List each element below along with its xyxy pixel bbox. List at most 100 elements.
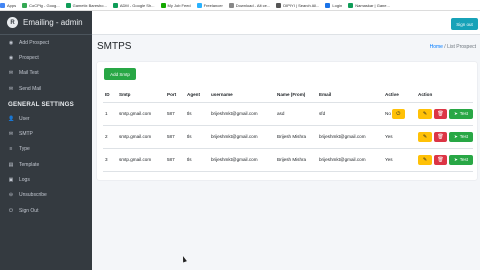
bookmark-item[interactable]: Namaskar | Gane... — [348, 2, 390, 8]
bookmark-item[interactable]: Freelancer — [196, 2, 223, 8]
test-button-label: Test — [459, 157, 469, 162]
edit-button[interactable]: ✎ — [418, 154, 432, 165]
sidebar-item-label: Mail Test — [19, 70, 39, 77]
cell-name: asd — [275, 102, 317, 126]
cell-username: brijeshmkt@gmail.com — [209, 102, 275, 126]
cell-username: brijeshmkt@gmail.com — [209, 125, 275, 149]
active-status: Yes — [385, 134, 416, 139]
cell-email: brijeshmkt@gmail.com — [317, 148, 383, 172]
header-username: username — [209, 88, 275, 103]
bookmark-item[interactable]: CoCPlg - Goog... — [22, 2, 60, 8]
sidebar-item-send-mail[interactable]: ✉ Send Mail — [0, 81, 92, 96]
bookmark-item[interactable]: Download - Alt ce... — [228, 2, 270, 8]
mail-test-icon: ✉ — [8, 70, 14, 77]
bookmark-item[interactable]: DIPIYI | Search All... — [276, 2, 320, 8]
cell-email: brijeshmkt@gmail.com — [317, 125, 383, 149]
sidebar-item-label: Type — [19, 146, 30, 153]
delete-button[interactable]: 🗑 — [434, 131, 447, 142]
cell-agent: tls — [185, 102, 209, 126]
test-button[interactable]: ➤ Test — [449, 108, 473, 119]
sidebar: R Emailing - admin ◉ Add Prospect ◉ Prospec… — [0, 11, 92, 270]
sidebar-section-header: GENERAL SETTINGS — [8, 101, 74, 109]
cell-id: 1 — [103, 102, 117, 126]
test-button[interactable]: ➤ Test — [449, 131, 473, 142]
active-value: Yes — [385, 157, 393, 162]
send-icon: ➤ — [453, 133, 458, 139]
header-email: Email — [317, 88, 383, 103]
template-icon: ▤ — [8, 161, 14, 168]
bookmark-favicon-icon — [65, 2, 71, 8]
sidebar-item-user[interactable]: 👤 User — [0, 111, 92, 126]
bookmark-favicon-icon — [276, 2, 282, 8]
bookmark-label: DIPIYI | Search All... — [283, 2, 320, 8]
bookmark-label: Gametix Baresho... — [72, 2, 107, 8]
cell-active: No ⏻ — [383, 102, 416, 126]
sidebar-item-add-prospect[interactable]: ◉ Add Prospect — [0, 35, 92, 50]
cell-smtp: smtp.gmail.com — [117, 148, 165, 172]
send-mail-icon: ✉ — [8, 85, 14, 92]
header-id: ID — [103, 88, 117, 103]
sidebar-item-logs[interactable]: ▣ Logs — [0, 172, 92, 187]
active-status: No ⏻ — [385, 108, 416, 119]
sign-out-button[interactable]: Sign out — [451, 18, 478, 30]
unsubscribe-icon: ⊖ — [8, 192, 14, 199]
sidebar-item-unsubscribe[interactable]: ⊖ Unsubscribe — [0, 188, 92, 203]
sidebar-item-sign-out[interactable]: ⏻ Sign Out — [0, 203, 92, 218]
cell-username: brijeshmkt@gmail.com — [209, 148, 275, 172]
bookmark-favicon-icon — [348, 2, 354, 8]
bookmark-favicon-icon — [325, 2, 331, 8]
bookmark-label: Freelancer — [203, 2, 223, 8]
sidebar-item-mail-test[interactable]: ✉ Mail Test — [0, 66, 92, 81]
bookmark-favicon-icon — [160, 2, 166, 8]
sidebar-item-label: Template — [19, 161, 40, 168]
top-navbar: Sign out — [92, 11, 480, 35]
prospect-icon: ◉ — [8, 54, 14, 61]
cell-action: ✎ 🗑 ➤ Test — [416, 102, 473, 126]
breadcrumb-home-link[interactable]: Home — [430, 44, 443, 50]
cell-smtp: smtp.gmail.com — [117, 125, 165, 149]
bookmark-item[interactable]: Login — [325, 2, 343, 8]
bookmark-item[interactable]: My Job Feed — [160, 2, 191, 8]
sidebar-item-label: User — [19, 115, 30, 122]
bookmark-label: Login — [332, 2, 343, 8]
bookmark-item[interactable]: Apps — [0, 2, 16, 8]
cell-port: 587 — [165, 148, 185, 172]
cell-name: Brijesh Mishra — [275, 148, 317, 172]
type-icon: ≡ — [9, 146, 13, 153]
brand-link[interactable]: R Emailing - admin — [0, 11, 92, 35]
bookmark-favicon-icon — [0, 2, 5, 8]
bookmark-item[interactable]: ADM - Google Sh... — [112, 2, 155, 8]
delete-button[interactable]: 🗑 — [434, 154, 447, 165]
sidebar-item-label: Unsubscribe — [19, 192, 47, 199]
sidebar-item-prospect[interactable]: ◉ Prospect — [0, 50, 92, 65]
bookmark-label: CoCPlg - Goog... — [29, 2, 60, 8]
test-button[interactable]: ➤ Test — [449, 154, 473, 165]
send-icon: ➤ — [453, 156, 458, 162]
active-value: Yes — [385, 134, 393, 139]
logs-icon: ▣ — [8, 177, 14, 184]
bookmark-favicon-icon — [228, 2, 234, 8]
sidebar-item-smtp[interactable]: ✉ SMTP — [0, 126, 92, 141]
bookmark-label: Namaskar | Gane... — [355, 2, 390, 8]
cell-action: ✎ 🗑 ➤ Test — [416, 125, 473, 149]
cell-id: 2 — [103, 125, 117, 149]
sidebar-item-label: Prospect — [19, 54, 39, 61]
bookmark-favicon-icon — [112, 2, 118, 8]
brand-title: Emailing - admin — [23, 18, 83, 27]
cell-active: Yes — [383, 148, 416, 172]
cell-agent: tls — [185, 148, 209, 172]
sidebar-item-template[interactable]: ▤ Template — [0, 157, 92, 172]
table-row: 2 smtp.gmail.com 587 tls brijeshmkt@gmail.co… — [103, 125, 473, 149]
add-smtp-button[interactable]: Add Smtp — [104, 68, 136, 80]
bookmark-item[interactable]: Gametix Baresho... — [65, 2, 107, 8]
edit-button[interactable]: ✎ — [418, 108, 432, 119]
sidebar-item-type[interactable]: ≡ Type — [0, 142, 92, 157]
bookmark-favicon-icon — [22, 2, 28, 8]
edit-button[interactable]: ✎ — [418, 131, 432, 142]
activate-toggle-button[interactable]: ⏻ — [391, 108, 405, 119]
header-action: Action — [416, 88, 473, 103]
active-value: No — [385, 111, 391, 116]
delete-button[interactable]: 🗑 — [434, 108, 447, 119]
sidebar-item-label: Sign Out — [19, 207, 39, 214]
page-title: SMTPS — [97, 41, 132, 52]
